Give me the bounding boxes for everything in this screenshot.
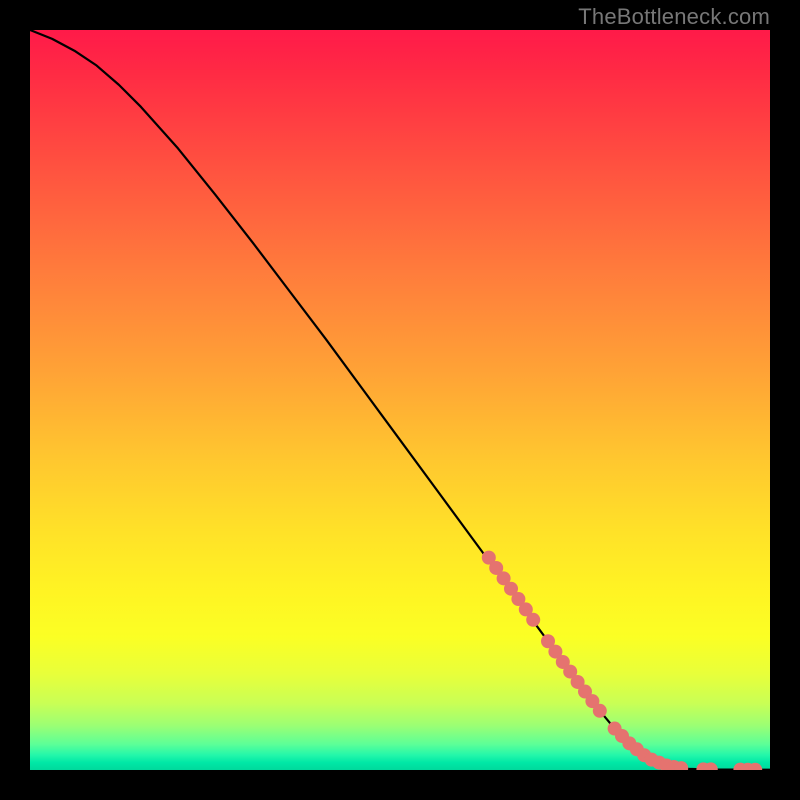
marker-point (593, 704, 607, 718)
highlight-markers (482, 551, 762, 770)
chart-stage: TheBottleneck.com (0, 0, 800, 800)
watermark-text: TheBottleneck.com (578, 4, 770, 30)
marker-point (526, 613, 540, 627)
curve-line (30, 30, 770, 770)
plot-area (30, 30, 770, 770)
chart-svg (30, 30, 770, 770)
